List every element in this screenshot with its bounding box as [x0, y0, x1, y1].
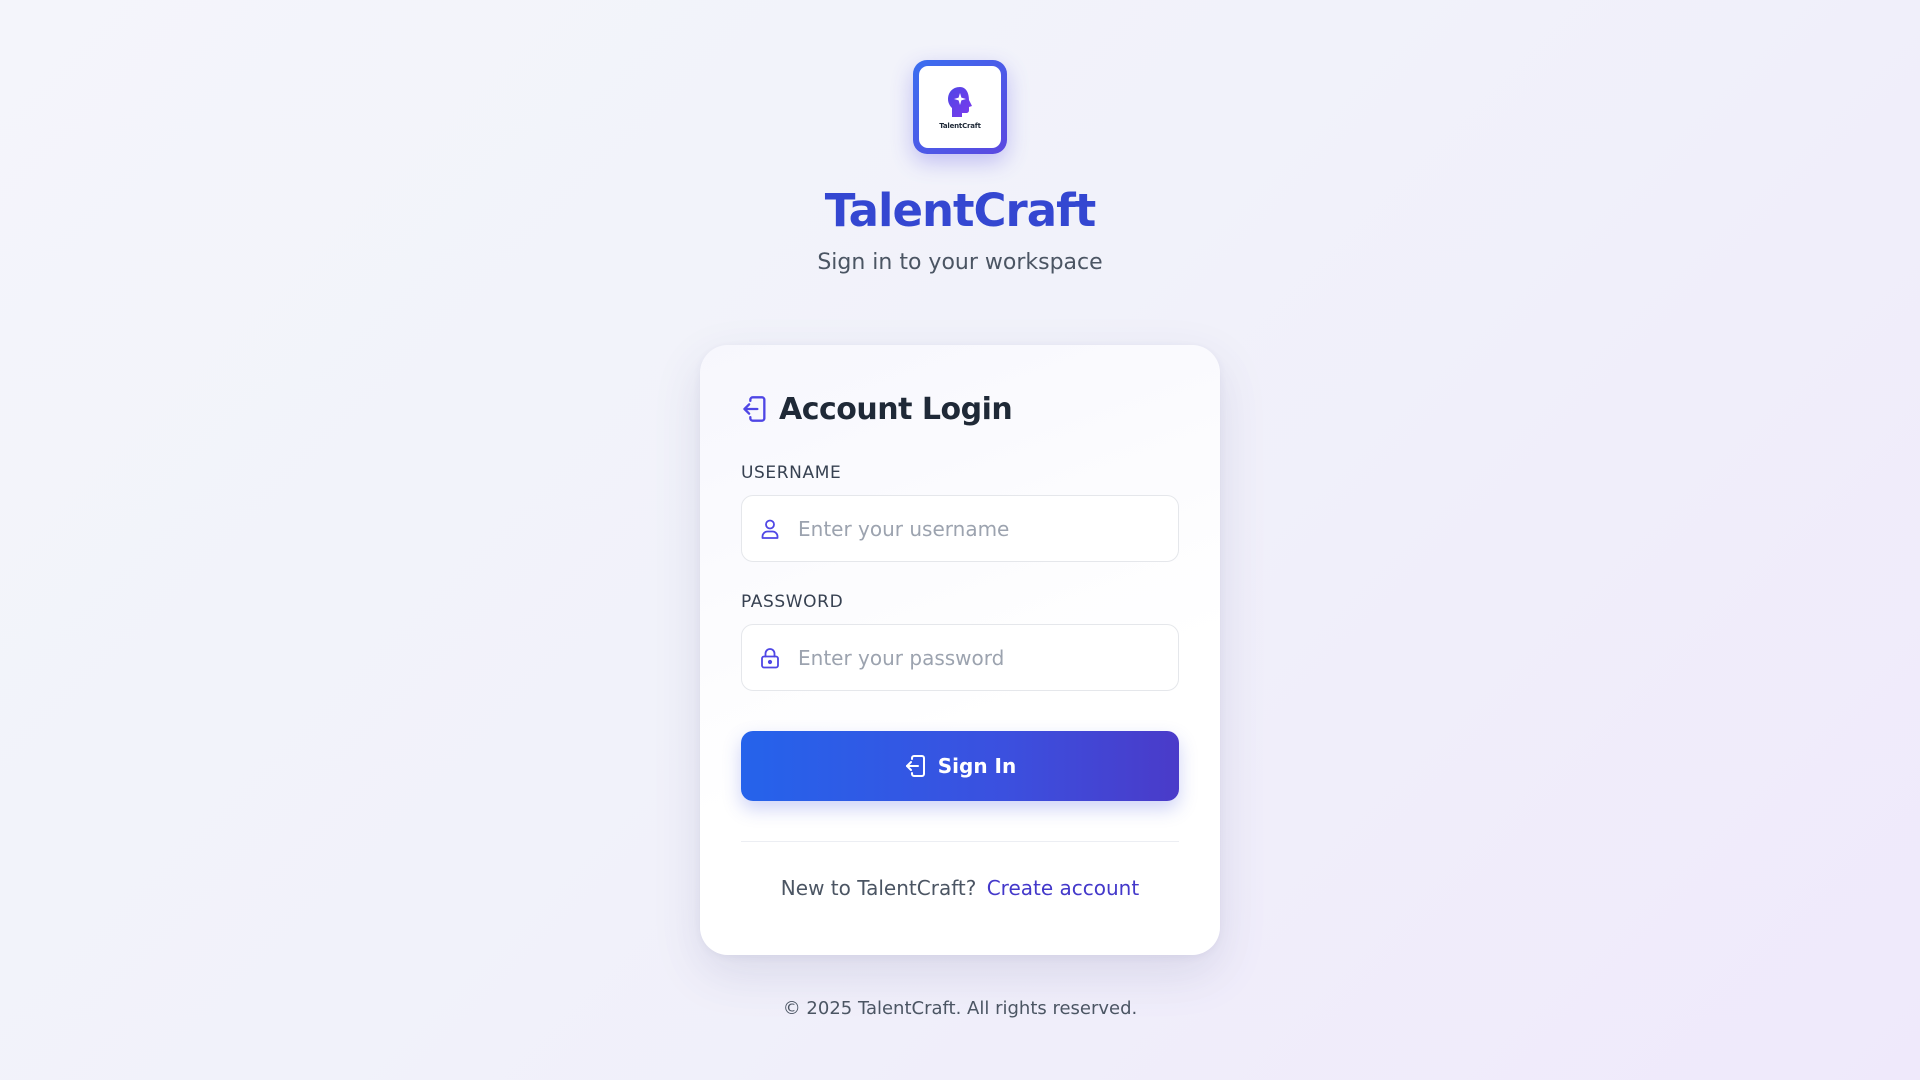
app-title: TalentCraft [824, 184, 1096, 237]
brand-header: TalentCraft TalentCraft Sign in to your … [0, 0, 1920, 275]
logo-badge: TalentCraft [919, 66, 1001, 148]
password-input[interactable] [798, 645, 1158, 670]
card-header: Account Login [741, 389, 1179, 429]
logo-text: TalentCraft [939, 121, 981, 130]
username-input[interactable] [798, 516, 1158, 541]
password-field[interactable] [741, 624, 1179, 691]
app-logo: TalentCraft [913, 60, 1007, 154]
app-subtitle: Sign in to your workspace [817, 249, 1103, 275]
login-icon [743, 396, 766, 422]
footer-copyright: © 2025 TalentCraft. All rights reserved. [782, 998, 1138, 1019]
login-card: Account Login USERNAME PASSWORD Sign In … [700, 345, 1220, 955]
user-icon [761, 519, 779, 539]
sign-in-label: Sign In [937, 754, 1017, 778]
head-spark-icon [948, 86, 972, 117]
sign-in-button[interactable]: Sign In [741, 731, 1179, 801]
create-account-link[interactable]: Create account [987, 876, 1140, 900]
username-label: USERNAME [741, 463, 842, 483]
lock-icon [761, 647, 779, 668]
username-field[interactable] [741, 495, 1179, 562]
login-icon [905, 755, 925, 777]
card-title: Account Login [779, 391, 1013, 427]
password-label: PASSWORD [741, 592, 844, 612]
divider [741, 841, 1179, 842]
signup-prompt-text: New to TalentCraft? [780, 876, 977, 900]
signup-prompt: New to TalentCraft? Create account [741, 876, 1179, 900]
